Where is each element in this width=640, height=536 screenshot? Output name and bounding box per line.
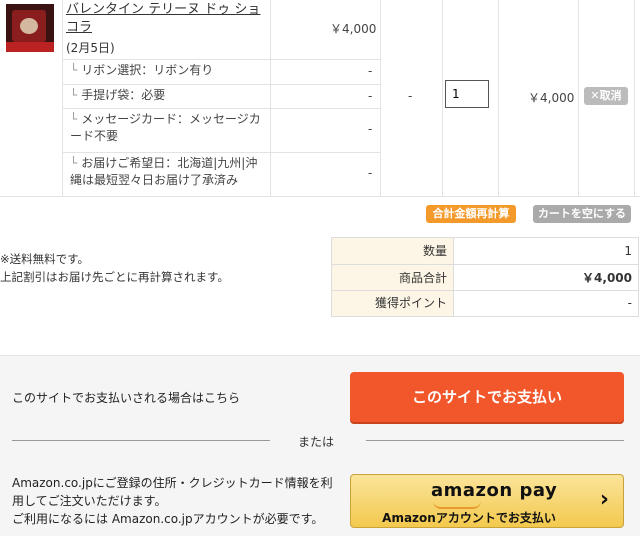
option-ribbon-price: -: [368, 64, 373, 78]
divider: [62, 84, 380, 85]
amazon-smile-icon: [433, 501, 481, 509]
quantity-input[interactable]: [445, 80, 489, 108]
product-name-link[interactable]: バレンタイン テリーヌ ドゥ ショコラ: [66, 1, 266, 37]
summary-table: 数量 1 商品合計 ￥4,000 獲得ポイント -: [331, 237, 639, 317]
option-bag-price: -: [368, 89, 373, 103]
payment-panel: このサイトでお支払いされる場合はこちら このサイトでお支払い または Amazo…: [0, 355, 640, 536]
empty-cart-button[interactable]: カートを空にする: [533, 205, 631, 223]
divider: [498, 0, 499, 196]
or-label: または: [298, 435, 335, 449]
summary-label: 数量: [332, 238, 454, 264]
discount-note: 上記割引はお届け先ごとに再計算されます。: [0, 270, 229, 284]
option-delivery-date-price: -: [368, 166, 373, 180]
divider: [62, 152, 380, 153]
summary-value: -: [627, 296, 632, 310]
option-message-card: └ メッセージカード：メッセージカード不要: [70, 112, 261, 143]
site-payment-text: このサイトでお支払いされる場合はこちら: [12, 391, 241, 405]
shipping-note: ※送料無料です。: [0, 252, 89, 266]
summary-label: 商品合計: [332, 265, 454, 291]
amazon-pay-button[interactable]: amazon pay Amazonアカウントでお支払い ›: [350, 474, 624, 528]
subtotal-price: ￥4,000: [528, 91, 575, 105]
amazon-info-line-1: Amazon.co.jpにご登録の住所・クレジットカード情報を利: [12, 476, 333, 490]
option-delivery-date: └ お届けご希望日：北海道|九州|沖縄は最短翌々日お届け了承済み: [70, 156, 258, 187]
unit-price: ￥4,000: [330, 22, 377, 36]
option-total-dash: -: [408, 89, 413, 103]
summary-row-quantity: 数量 1: [332, 238, 638, 264]
amazon-info-line-2: 用してご注文いただけます。: [12, 494, 167, 508]
divider: [270, 0, 271, 196]
cancel-button[interactable]: ✕取消: [584, 87, 628, 105]
divider: [62, 108, 380, 109]
summary-row-points: 獲得ポイント -: [332, 291, 638, 316]
option-message-card-price: -: [368, 122, 373, 136]
divider: [380, 0, 381, 196]
divider: [12, 440, 270, 441]
summary-row-total: 商品合計 ￥4,000: [332, 265, 638, 291]
divider: [634, 0, 635, 196]
summary-value: 1: [624, 244, 632, 258]
amazon-pay-label: Amazonアカウントでお支払い: [382, 511, 556, 525]
product-date: (2月5日): [66, 41, 115, 55]
summary-label: 獲得ポイント: [332, 291, 454, 316]
chevron-right-icon: ›: [599, 487, 609, 512]
divider: [62, 59, 380, 60]
cart-table: バレンタイン テリーヌ ドゥ ショコラ (2月5日) ￥4,000 └ リボン選択…: [0, 0, 640, 197]
option-ribbon: └ リボン選択：リボン有り: [70, 63, 214, 77]
option-bag: └ 手提げ袋：必要: [70, 88, 166, 102]
site-payment-button[interactable]: このサイトでお支払い: [350, 372, 624, 422]
amazon-info-line-3: ご利用になるには Amazon.co.jpアカウントが必要です。: [12, 512, 324, 526]
amazon-pay-logo: amazon pay: [431, 480, 558, 501]
summary-value: ￥4,000: [582, 271, 632, 285]
product-thumbnail[interactable]: [6, 4, 54, 52]
divider: [578, 0, 579, 196]
recalculate-button[interactable]: 合計金額再計算: [426, 205, 516, 223]
divider: [442, 0, 443, 196]
divider: [366, 440, 624, 441]
divider: [62, 0, 63, 196]
